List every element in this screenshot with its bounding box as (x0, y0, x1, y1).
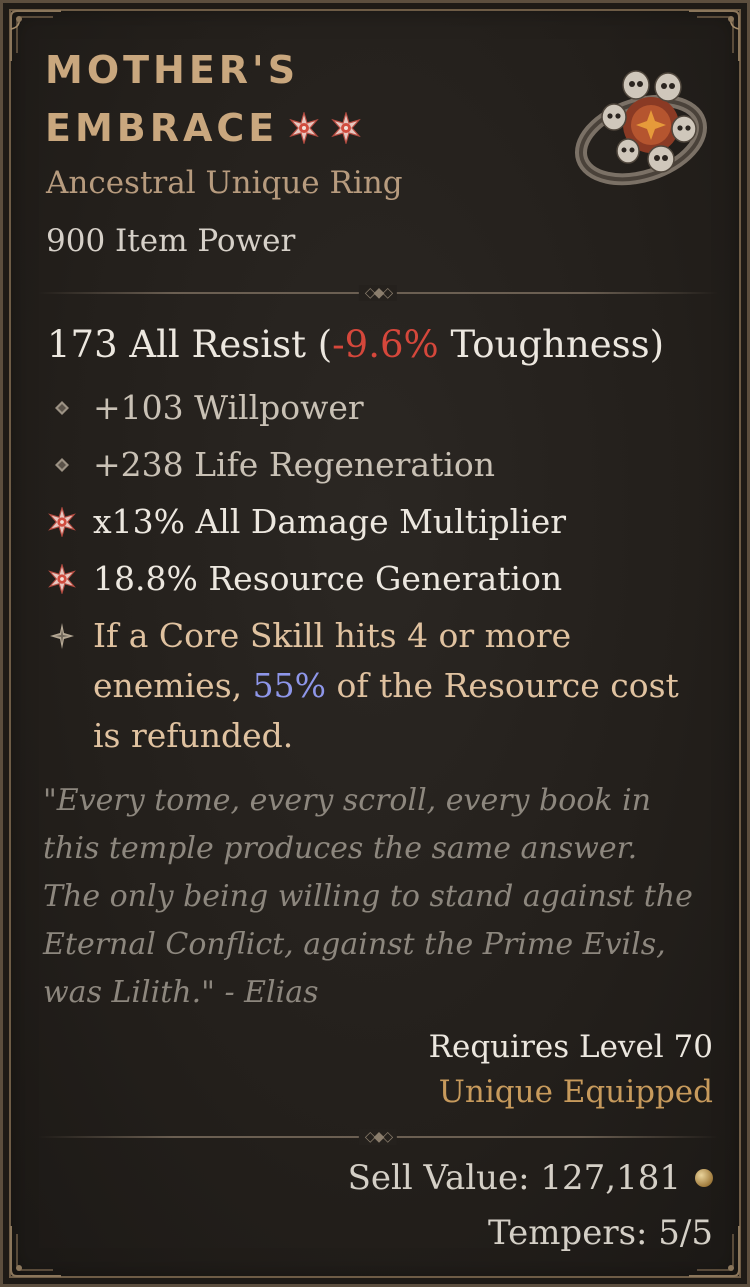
section-divider: ◇◆◇ (38, 1129, 718, 1145)
tempers-count: Tempers: 5/5 (488, 1213, 713, 1253)
item-name-line2: EMBRACE (45, 106, 279, 150)
legendary-power-row: If a Core Skill hits 4 or more enemies, … (47, 611, 693, 761)
greater-affix-star-icon (330, 102, 362, 160)
section-divider: ◇◆◇ (38, 285, 718, 301)
affix-text: +238 Life Regeneration (93, 445, 496, 484)
affix-row: +103 Willpower (47, 383, 364, 433)
unique-equipped-label: Unique Equipped (438, 1074, 713, 1110)
skull-ring-icon (556, 55, 726, 205)
greater-affix-star-icon (47, 554, 93, 594)
gold-coin-icon (695, 1169, 713, 1187)
item-name: MOTHER'S EMBRACE (45, 41, 465, 160)
refund-value: 55% (252, 666, 326, 705)
item-type: Ancestral Unique Ring (46, 165, 403, 201)
affix-text: +103 Willpower (93, 388, 364, 427)
affix-text: x13% All Damage Multiplier (93, 502, 567, 541)
diamond-bullet-icon (47, 440, 93, 480)
affix-row: +238 Life Regeneration (47, 440, 495, 490)
corner-ornament (7, 1222, 65, 1280)
legendary-power-text: If a Core Skill hits 4 or more enemies, … (93, 616, 679, 755)
greater-affix-star-icon (47, 497, 93, 537)
level-requirement: Requires Level 70 (428, 1029, 713, 1065)
affix-row: x13% All Damage Multiplier (47, 497, 566, 547)
item-name-line1: MOTHER'S (45, 48, 300, 92)
diamond-bullet-icon (47, 383, 93, 423)
sell-value: Sell Value: 127,181 (348, 1158, 713, 1198)
item-power: 900 Item Power (46, 223, 296, 259)
item-tooltip: MOTHER'S EMBRACE Ancestral Unique Ring 9… (0, 0, 750, 1287)
affix-text: 18.8% Resource Generation (93, 559, 563, 598)
toughness-value: -9.6% (332, 323, 439, 366)
all-resist-stat: 173 All Resist (-9.6% Toughness) (47, 323, 665, 366)
affix-row: 18.8% Resource Generation (47, 554, 562, 604)
greater-affix-star-icon (288, 102, 320, 160)
flavor-text: "Every tome, every scroll, every book in… (43, 783, 693, 1010)
legendary-star-icon (47, 611, 93, 651)
